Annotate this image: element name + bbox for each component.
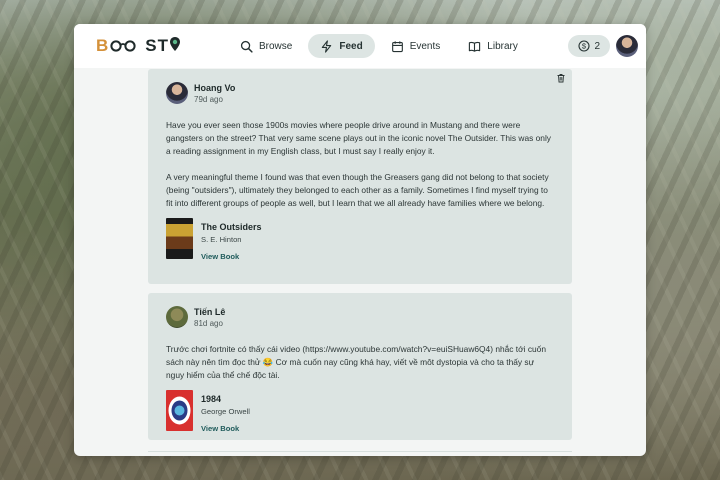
nav-right: $ 2 bbox=[568, 35, 638, 57]
post-time: 79d ago bbox=[194, 94, 223, 104]
post-card: Hoang Vo 79d ago Have you ever seen thos… bbox=[148, 69, 572, 284]
eye-logo bbox=[168, 396, 191, 425]
view-book-link[interactable]: View Book bbox=[201, 424, 250, 433]
search-icon bbox=[240, 40, 253, 53]
trash-icon[interactable] bbox=[556, 73, 566, 83]
feed-divider bbox=[148, 451, 572, 452]
book-attachment: 1984 George Orwell View Book bbox=[166, 390, 554, 433]
bookstop-logo[interactable]: B B ST bbox=[96, 36, 228, 57]
book-author: S. E. Hinton bbox=[201, 235, 242, 244]
author-name[interactable]: Hoang Vo bbox=[194, 83, 235, 93]
post-time: 81d ago bbox=[194, 318, 223, 328]
author-name[interactable]: Tiến Lê bbox=[194, 307, 225, 317]
nav-feed[interactable]: Feed bbox=[308, 34, 375, 58]
book-author: George Orwell bbox=[201, 407, 250, 416]
map-pin-icon bbox=[169, 36, 181, 57]
nav-library[interactable]: Library bbox=[456, 34, 530, 58]
feed[interactable]: Hoang Vo 79d ago Have you ever seen thos… bbox=[74, 68, 646, 456]
view-book-link[interactable]: View Book bbox=[201, 252, 262, 261]
post-card: Tiến Lê 81d ago Trước chơi fortnite có t… bbox=[148, 293, 572, 440]
dollar-coin-icon: $ bbox=[578, 40, 590, 52]
calendar-icon bbox=[391, 40, 403, 52]
glasses-icon bbox=[110, 40, 136, 52]
post-header: Tiến Lê 81d ago bbox=[166, 305, 554, 329]
author-avatar[interactable] bbox=[166, 82, 188, 104]
book-title: The Outsiders bbox=[201, 222, 262, 232]
author-avatar[interactable] bbox=[166, 306, 188, 328]
post-body: Trước chơi fortnite có thấy cái video (h… bbox=[166, 344, 546, 380]
lightning-icon bbox=[322, 39, 332, 53]
nav-items: Browse Feed Events Library bbox=[228, 34, 530, 58]
book-cover[interactable] bbox=[166, 390, 193, 431]
book-cover[interactable] bbox=[166, 218, 193, 259]
book-title: 1984 bbox=[201, 394, 222, 404]
book-icon bbox=[469, 41, 481, 52]
book-attachment: The Outsiders S. E. Hinton View Book bbox=[166, 218, 554, 261]
credits-button[interactable]: $ 2 bbox=[568, 35, 610, 57]
nav-browse[interactable]: Browse bbox=[228, 34, 304, 58]
app-window: B B ST Browse Feed Events bbox=[74, 24, 646, 456]
svg-text:$: $ bbox=[582, 42, 587, 51]
post-header: Hoang Vo 79d ago bbox=[166, 81, 554, 105]
top-nav: B B ST Browse Feed Events bbox=[74, 24, 646, 68]
nav-events[interactable]: Events bbox=[379, 34, 453, 58]
post-body: Have you ever seen those 1900s movies wh… bbox=[166, 120, 551, 208]
user-avatar[interactable] bbox=[616, 35, 638, 57]
